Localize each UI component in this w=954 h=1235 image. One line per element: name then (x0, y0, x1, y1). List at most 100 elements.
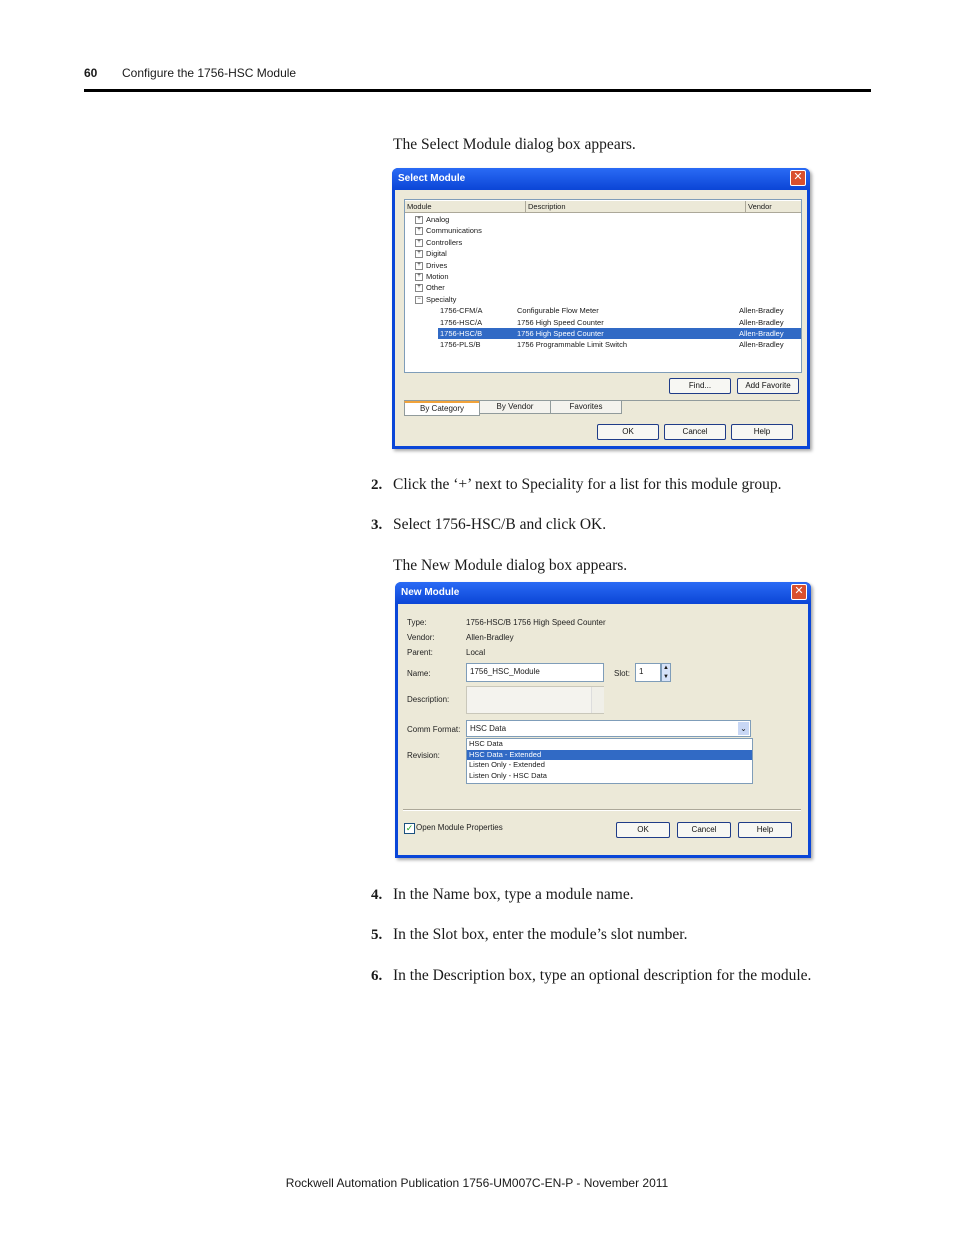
step-5-number: 5. (371, 927, 383, 943)
comm-format-option-label: Listen Only - HSC Data (469, 770, 547, 780)
category-row[interactable]: + Other (405, 282, 801, 293)
comm-format-option[interactable]: HSC Data - Extended (467, 749, 752, 760)
add-favorite-button[interactable]: Add Favorite (737, 378, 799, 394)
module-module-cell: 1756-HSC/B (440, 329, 483, 338)
step-2-number: 2. (371, 477, 383, 493)
module-description-cell: 1756 Programmable Limit Switch (517, 340, 628, 350)
comm-format-option[interactable]: HSC Data (467, 739, 752, 750)
module-list-header: Module Description Vendor (405, 201, 801, 213)
expand-icon[interactable]: + (415, 216, 423, 224)
open-properties-checkbox[interactable]: ✓ (404, 823, 415, 834)
category-row[interactable]: + Drives (405, 260, 801, 271)
new-module-title: New Module (395, 582, 811, 604)
module-module-cell: 1756-HSC/A (440, 317, 483, 327)
category-row[interactable]: − Specialty (405, 294, 801, 305)
parent-value: Local (466, 648, 486, 657)
category-label: Analog (426, 215, 450, 224)
module-vendor-cell: Allen-Bradley (739, 340, 784, 350)
parent-label: Parent: (407, 648, 433, 657)
category-row[interactable]: + Motion (405, 271, 801, 282)
step-3-number: 3. (371, 517, 383, 533)
name-input[interactable]: 1756_HSC_Module (466, 663, 604, 682)
module-row[interactable]: 1756-PLS/B 1756 Programmable Limit Switch… (405, 339, 801, 350)
column-header-module[interactable]: Module (407, 201, 432, 212)
category-label: Controllers (426, 237, 463, 247)
module-module-cell: 1756-CFM/A (440, 306, 483, 316)
close-icon[interactable]: ✕ (790, 170, 806, 186)
intro-new-module: The New Module dialog box appears. (393, 557, 628, 574)
divider (403, 809, 801, 811)
step-6-text: In the Description box, type an optional… (393, 967, 812, 984)
expand-icon[interactable]: + (415, 238, 423, 247)
select-module-dialog: Select Module ✕ Module Description Vendo… (392, 168, 810, 449)
description-scrollbar[interactable] (591, 687, 604, 713)
cancel-button[interactable]: Cancel (677, 822, 731, 838)
step-2-text: Click the ‘+’ next to Speciality for a l… (393, 476, 782, 493)
ok-button[interactable]: OK (597, 424, 659, 440)
close-icon[interactable]: ✕ (791, 584, 807, 600)
comm-format-option[interactable]: Listen Only - HSC Data (467, 771, 752, 782)
comm-format-option[interactable]: Listen Only - Extended (467, 760, 752, 771)
column-header-description[interactable]: Description (525, 201, 566, 212)
step-3-text: Select 1756-HSC/B and click OK. (393, 516, 607, 533)
footer: Rockwell Automation Publication 1756-UM0… (0, 1176, 954, 1190)
comm-format-label: Comm Format: (407, 725, 461, 734)
module-vendor-cell: Allen-Bradley (739, 329, 784, 338)
new-module-dialog: New Module ✕ Type: 1756-HSC/B 1756 High … (395, 582, 811, 858)
expand-icon[interactable]: + (415, 284, 423, 293)
module-row[interactable]: 1756-HSC/B 1756 High Speed Counter Allen-B… (438, 328, 801, 339)
column-header-vendor[interactable]: Vendor (745, 201, 772, 212)
footer-text: Rockwell Automation Publication 1756-UM0… (285, 1176, 669, 1190)
expand-icon[interactable]: + (415, 261, 423, 270)
category-row[interactable]: + Analog (405, 214, 801, 225)
name-label: Name: (407, 669, 431, 678)
chevron-down-icon[interactable]: ⌄ (738, 722, 749, 735)
module-module-cell: 1756-PLS/B (440, 340, 481, 350)
header-rule (84, 89, 871, 92)
category-row[interactable]: + Controllers (405, 237, 801, 248)
select-module-title: Select Module (392, 168, 810, 190)
category-label: Communications (426, 226, 482, 236)
module-description-cell: 1756 High Speed Counter (517, 317, 604, 327)
category-label: Motion (426, 272, 449, 281)
slot-spin-buttons[interactable]: ▲ ▼ (661, 663, 671, 682)
expand-icon[interactable]: + (415, 250, 423, 259)
step-4-number: 4. (371, 887, 383, 903)
vendor-label: Vendor: (407, 633, 435, 642)
type-label: Type: (407, 618, 427, 627)
category-label: Drives (426, 260, 448, 270)
step-5-text: In the Slot box, enter the module’s slot… (393, 926, 688, 943)
help-button[interactable]: Help (731, 424, 793, 440)
ok-button[interactable]: OK (616, 822, 670, 838)
find-button[interactable]: Find... (669, 378, 731, 394)
expand-icon[interactable]: + (415, 273, 423, 281)
collapse-icon[interactable]: − (415, 295, 423, 304)
revision-label: Revision: (407, 751, 440, 760)
comm-format-option-label: HSC Data (469, 739, 503, 748)
module-vendor-cell: Allen-Bradley (739, 317, 784, 327)
category-label: Digital (426, 249, 447, 259)
comm-format-options[interactable]: HSC Data HSC Data - Extended Listen Only -… (466, 738, 753, 784)
cancel-button[interactable]: Cancel (664, 424, 726, 440)
tab-by-category[interactable]: By Category (404, 401, 480, 416)
slot-stepper[interactable]: 1 (635, 663, 661, 682)
tab-by-vendor[interactable]: By Vendor (479, 400, 551, 414)
expand-icon[interactable]: + (415, 227, 423, 236)
new-module-body: Type: 1756-HSC/B 1756 High Speed Counter… (398, 604, 808, 855)
comm-format-select[interactable]: HSC Data (466, 720, 751, 737)
tab-favorites[interactable]: Favorites (550, 400, 622, 414)
vendor-value: Allen-Bradley (466, 633, 514, 642)
module-row[interactable]: 1756-HSC/A 1756 High Speed Counter Allen-B… (405, 317, 801, 328)
help-button[interactable]: Help (738, 822, 792, 838)
category-row[interactable]: + Digital (405, 248, 801, 259)
type-value: 1756-HSC/B 1756 High Speed Counter (466, 618, 606, 627)
description-label: Description: (407, 695, 450, 704)
module-vendor-cell: Allen-Bradley (739, 306, 784, 316)
module-row[interactable]: 1756-CFM/A Configurable Flow Meter Allen-B… (405, 305, 801, 316)
category-row[interactable]: + Communications (405, 225, 801, 236)
slot-label: Slot: (614, 669, 631, 678)
module-description-cell: 1756 High Speed Counter (517, 329, 604, 338)
description-input[interactable] (466, 686, 604, 714)
module-list[interactable]: Module Description Vendor + Analog + Commun… (404, 199, 802, 373)
open-properties-label: Open Module Properties (416, 823, 503, 832)
